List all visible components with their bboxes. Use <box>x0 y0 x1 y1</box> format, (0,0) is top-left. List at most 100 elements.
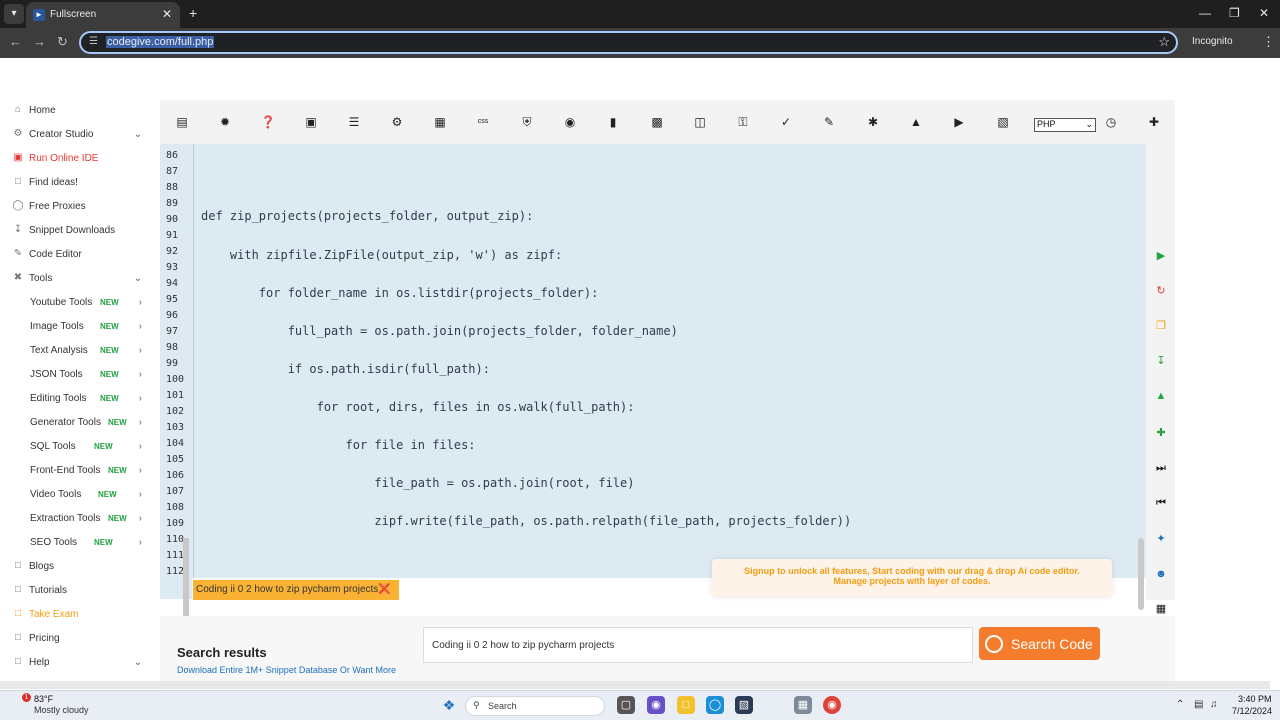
sidebar-item-pricing[interactable]: □ Pricing <box>12 630 148 646</box>
copy-icon[interactable]: ❐ <box>1154 319 1168 333</box>
apps-grid-icon[interactable]: ▦ <box>1154 602 1168 616</box>
bug-icon[interactable]: ✹ <box>217 114 233 130</box>
site-info-icon[interactable]: ☰ <box>89 36 98 47</box>
sidebar-sub-seo-tools[interactable]: SEO Tools NEW › <box>30 534 148 550</box>
image-icon[interactable]: ▲ <box>908 114 924 130</box>
taskbar-search[interactable]: ⚲ Search <box>465 696 605 716</box>
reload-icon[interactable]: ↻ <box>57 34 68 50</box>
sidebar-item-home[interactable]: ⌂ Home <box>12 102 148 118</box>
sidebar-item-blogs[interactable]: □ Blogs <box>12 558 148 574</box>
sidebar-item-tools[interactable]: ✖ Tools ⌄ <box>12 270 148 286</box>
sidebar-sub-youtube-tools[interactable]: Youtube Tools NEW › <box>30 294 148 310</box>
weather-condition[interactable]: Mostly cloudy <box>34 705 89 715</box>
clock-date[interactable]: 7/12/2024 <box>1232 706 1272 716</box>
chrome-icon[interactable]: ◉ <box>823 696 841 714</box>
video-icon[interactable]: ▶ <box>951 114 967 130</box>
code-line[interactable]: if os.path.isdir(full_path): <box>201 362 490 376</box>
code-line[interactable]: def zip_projects(projects_folder, output… <box>201 209 533 223</box>
download-icon[interactable]: ↧ <box>1154 354 1168 368</box>
sidebar-sub-video-tools[interactable]: Video Tools NEW › <box>30 486 148 502</box>
sidebar-item-free-proxies[interactable]: ◯ Free Proxies <box>12 198 148 214</box>
tab-search-menu-icon[interactable]: ▾ <box>4 4 24 24</box>
task-view-icon[interactable]: ▢ <box>617 696 635 714</box>
download-database-link[interactable]: Download Entire 1M+ Snippet Database Or … <box>177 665 396 675</box>
file-explorer-icon[interactable]: □ <box>677 696 695 714</box>
sidebar-sub-json-tools[interactable]: JSON Tools NEW › <box>30 366 148 382</box>
shield-icon[interactable]: ⛨ <box>519 114 535 130</box>
sidebar-sub-front-end-tools[interactable]: Front-End Tools NEW › <box>30 462 148 478</box>
folder-plus-icon[interactable]: ✚ <box>1146 114 1162 130</box>
users-icon[interactable]: ☻ <box>1154 567 1168 581</box>
sidebar-sub-image-tools[interactable]: Image Tools NEW › <box>30 318 148 334</box>
sidebar-item-code-editor[interactable]: ✎ Code Editor <box>12 246 148 262</box>
sidebar-item-creator-studio[interactable]: ⚙ Creator Studio ⌄ <box>12 126 148 142</box>
new-file-icon[interactable]: ✚ <box>1154 426 1168 440</box>
sidebar-sub-sql-tools[interactable]: SQL Tools NEW › <box>30 438 148 454</box>
sidebar-item-help[interactable]: □ Help ⌄ <box>12 654 148 670</box>
sidebar-sub-extraction-tools[interactable]: Extraction Tools NEW › <box>30 510 148 526</box>
url-text[interactable]: codegive.com/full.php <box>106 36 215 48</box>
sidebar-item-run-online-ide[interactable]: ▣ Run Online IDE <box>12 150 148 166</box>
chat-app-icon[interactable]: ◉ <box>647 696 665 714</box>
network-icon[interactable]: ✱ <box>865 114 881 130</box>
edge-browser-icon[interactable]: ◯ <box>706 696 724 714</box>
sidebar-sub-text-analysis[interactable]: Text Analysis NEW › <box>30 342 148 358</box>
volume-icon[interactable]: ♫ <box>1210 699 1218 710</box>
language-select[interactable]: PHP ⌄ <box>1034 118 1096 132</box>
tray-chevron-icon[interactable]: ⌃ <box>1176 699 1184 710</box>
checklist-icon[interactable]: ✓ <box>778 114 794 130</box>
snippet-title-chip[interactable]: Coding ii 0 2 how to zip pycharm project… <box>193 580 399 600</box>
more-link[interactable]: More <box>376 665 397 675</box>
globe-icon[interactable]: ◉ <box>562 114 578 130</box>
signup-promo[interactable]: Signup to unlock all features, Start cod… <box>712 559 1112 597</box>
sidebar-item-snippet-downloads[interactable]: ↧ Snippet Downloads <box>12 222 148 238</box>
comment-icon[interactable]: ✎ <box>821 114 837 130</box>
browser-menu-icon[interactable]: ⋮ <box>1262 34 1275 50</box>
forward-icon[interactable]: → <box>33 34 46 49</box>
save-icon[interactable]: ▧ <box>995 114 1011 130</box>
history-icon[interactable]: ◷ <box>1103 114 1119 130</box>
chip-icon[interactable]: ▣ <box>303 114 319 130</box>
clean-icon[interactable]: ▲ <box>1154 389 1168 403</box>
network-icon[interactable]: ▤ <box>1194 699 1203 710</box>
clock-time[interactable]: 3:40 PM <box>1238 694 1272 704</box>
skip-back-icon[interactable]: ⏮ <box>1154 496 1168 510</box>
sliders-icon[interactable]: ⚙ <box>389 114 405 130</box>
sidebar-item-take-exam[interactable]: □ Take Exam <box>12 606 148 622</box>
app-icon[interactable]: ▦ <box>794 696 812 714</box>
search-code-button[interactable]: Search Code <box>979 627 1100 660</box>
code-line[interactable]: for root, dirs, files in os.walk(full_pa… <box>201 400 635 414</box>
run-icon[interactable]: ▶ <box>1154 249 1168 263</box>
sidebar-sub-editing-tools[interactable]: Editing Tools NEW › <box>30 390 148 406</box>
address-bar[interactable]: ☰ codegive.com/full.php ☆ <box>79 31 1178 54</box>
incognito-label[interactable]: Incognito <box>1192 36 1233 47</box>
windows-start-icon[interactable]: ❖ <box>440 696 458 714</box>
minimize-icon[interactable]: — <box>1199 6 1211 20</box>
back-icon[interactable]: ← <box>9 34 22 49</box>
refresh-icon[interactable]: ↻ <box>1154 284 1168 298</box>
terminal-icon[interactable]: ▩ <box>649 114 665 130</box>
code-line[interactable]: for folder_name in os.listdir(projects_f… <box>201 286 599 300</box>
code-line[interactable]: file_path = os.path.join(root, file) <box>201 476 634 490</box>
page-horizontal-scrollbar[interactable] <box>0 681 1270 689</box>
skip-forward-icon[interactable]: ⏭ <box>1154 461 1168 475</box>
help-circle-icon[interactable]: ❓ <box>260 114 276 130</box>
share-icon[interactable]: ✦ <box>1154 532 1168 546</box>
key-icon[interactable]: ⚿ <box>735 114 751 130</box>
editor-scrollbar[interactable] <box>1138 538 1144 610</box>
active-tab[interactable]: ► Fullscreen ✕ <box>26 2 180 28</box>
css-icon[interactable]: css <box>475 114 491 130</box>
quiz-icon[interactable]: ◫ <box>692 114 708 130</box>
sidebar-item-find-ideas[interactable]: □ Find ideas! <box>12 174 148 190</box>
code-line[interactable]: zipf.write(file_path, os.path.relpath(fi… <box>201 514 851 528</box>
code-line[interactable]: with zipfile.ZipFile(output_zip, 'w') as… <box>201 248 562 262</box>
store-icon[interactable]: ▧ <box>735 696 753 714</box>
window-close-icon[interactable]: ✕ <box>1259 6 1269 20</box>
code-line[interactable]: for file in files: <box>201 438 475 452</box>
new-tab-icon[interactable]: + <box>189 5 197 21</box>
weather-temperature[interactable]: 83°F <box>34 694 53 704</box>
code-line[interactable]: full_path = os.path.join(projects_folder… <box>201 324 678 338</box>
code-editor[interactable]: 86 87 88 89 90 91 92 93 94 95 96 97 98 9… <box>160 144 1146 599</box>
sidebar-item-tutorials[interactable]: □ Tutorials <box>12 582 148 598</box>
book-icon[interactable]: ▮ <box>605 114 621 130</box>
